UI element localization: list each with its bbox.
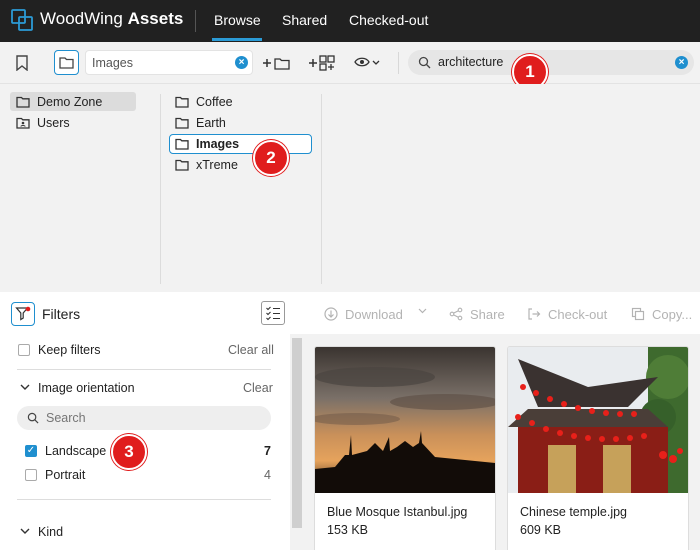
share-label: Share (470, 306, 505, 322)
tree-item-label: Users (37, 115, 70, 130)
column-divider (160, 94, 161, 284)
column-divider (321, 94, 322, 284)
tree-item-label: Demo Zone (37, 94, 103, 109)
filter-icon[interactable] (11, 302, 35, 326)
tab-shared[interactable]: Shared (282, 12, 327, 28)
tree-item-demo-zone[interactable]: Demo Zone (10, 92, 136, 111)
folder-item-label: xTreme (196, 157, 238, 172)
download-icon (323, 306, 339, 322)
folder-icon (175, 158, 189, 172)
results-grid: Blue Mosque Istanbul.jpg 153 KB Chinese … (304, 334, 700, 550)
asset-name: Blue Mosque Istanbul.jpg (327, 505, 468, 519)
keep-filters-label: Keep filters (38, 343, 101, 357)
folder-icon (16, 95, 30, 109)
copy-icon (630, 306, 646, 322)
toolbar-divider (398, 52, 399, 74)
callout-badge-3: 3 (111, 434, 147, 470)
filters-panel: Filters Keep filters Clear all Image ori… (0, 292, 290, 550)
tab-browse[interactable]: Browse (214, 12, 261, 28)
divider (17, 499, 271, 500)
search-icon (27, 412, 39, 424)
filters-title: Filters (42, 306, 81, 322)
filters-scrollbar[interactable] (290, 334, 304, 550)
clear-orientation-link[interactable]: Clear (243, 381, 273, 395)
toolbar: × × 1 (0, 42, 700, 90)
divider (17, 369, 271, 370)
action-bar: Download Share Check-out Copy... (290, 292, 700, 334)
asset-size: 153 KB (327, 523, 369, 537)
facet-search-field[interactable] (17, 406, 271, 430)
chevron-down-icon[interactable] (20, 383, 30, 394)
clear-path-icon[interactable]: × (235, 56, 248, 69)
search-field[interactable]: × (408, 50, 694, 75)
checkout-icon (526, 306, 542, 322)
folder-icon (175, 116, 189, 130)
check-out-button[interactable]: Check-out (526, 306, 607, 322)
search-icon (418, 56, 431, 69)
download-button[interactable]: Download (323, 306, 403, 322)
new-folder-icon[interactable] (261, 53, 291, 73)
option-label-portrait: Portrait (45, 468, 86, 482)
download-label: Download (345, 306, 403, 322)
bookmark-icon[interactable] (12, 53, 32, 73)
path-field[interactable]: × (85, 50, 253, 75)
path-input[interactable] (92, 55, 222, 71)
folder-icon (59, 57, 74, 69)
folder-item-earth[interactable]: Earth (175, 113, 226, 132)
landscape-checkbox[interactable]: ✓ (25, 445, 37, 457)
scrollbar-thumb[interactable] (292, 338, 302, 528)
share-button[interactable]: Share (448, 306, 505, 322)
active-tab-indicator (212, 38, 262, 41)
portrait-checkbox[interactable] (25, 469, 37, 481)
add-items-icon[interactable] (307, 52, 337, 74)
folder-item-coffee[interactable]: Coffee (175, 92, 233, 111)
folder-item-images[interactable]: Images (169, 134, 312, 154)
folder-item-label: Coffee (196, 94, 233, 109)
folder-icon (175, 137, 189, 151)
folder-view-button[interactable] (54, 50, 79, 75)
asset-thumbnail[interactable] (315, 347, 495, 493)
app-brand[interactable]: WoodWing Assets (40, 9, 183, 29)
facet-title-kind[interactable]: Kind (38, 525, 63, 539)
folder-browser: Demo Zone Users Coffee Earth Images xTre… (0, 84, 700, 292)
option-count-landscape: 7 (264, 444, 271, 458)
view-options-icon[interactable] (353, 52, 383, 74)
asset-name: Chinese temple.jpg (520, 505, 628, 519)
checklist-icon (266, 306, 280, 321)
download-dropdown-icon[interactable] (418, 308, 427, 314)
option-label-landscape: Landscape (45, 444, 107, 458)
users-folder-icon (16, 116, 30, 130)
app-logo-icon (11, 9, 33, 31)
nav-divider (195, 10, 196, 32)
copy-label: Copy... (652, 306, 693, 322)
top-nav: WoodWing Assets Browse Shared Checked-ou… (0, 0, 700, 42)
check-out-label: Check-out (548, 306, 608, 322)
folder-item-label: Images (196, 137, 240, 151)
asset-card[interactable]: Chinese temple.jpg 609 KB (507, 346, 689, 550)
folder-item-xtreme[interactable]: xTreme (175, 155, 238, 174)
chevron-down-icon[interactable] (20, 527, 30, 538)
option-count-portrait: 4 (264, 468, 271, 482)
facet-search-input[interactable] (46, 410, 246, 426)
copy-button[interactable]: Copy... (630, 306, 692, 322)
clear-search-icon[interactable]: × (675, 56, 688, 69)
tab-checked-out[interactable]: Checked-out (349, 12, 428, 28)
clear-all-link[interactable]: Clear all (228, 343, 274, 357)
asset-card[interactable]: Blue Mosque Istanbul.jpg 153 KB (314, 346, 496, 550)
facet-title-orientation[interactable]: Image orientation (38, 381, 135, 395)
keep-filters-checkbox[interactable] (18, 344, 30, 356)
callout-badge-2: 2 (253, 140, 289, 176)
share-icon (448, 306, 464, 322)
folder-icon (175, 95, 189, 109)
folder-item-label: Earth (196, 115, 226, 130)
asset-size: 609 KB (520, 523, 562, 537)
facet-list-button[interactable] (261, 301, 285, 325)
asset-thumbnail[interactable] (508, 347, 688, 493)
tree-item-users[interactable]: Users (10, 113, 70, 132)
